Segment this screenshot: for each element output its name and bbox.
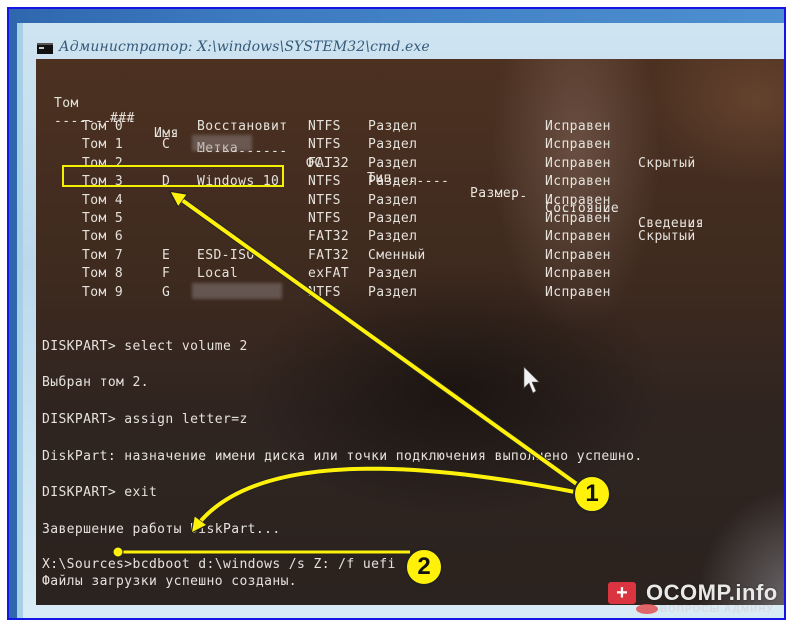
cell-type: Раздел (368, 155, 418, 171)
cell-label: ESD-ISO (197, 247, 255, 263)
cell-fs: FAT32 (308, 229, 350, 245)
cell-volume: Том 9 (82, 284, 124, 300)
callout-badge-1: 1 (573, 475, 611, 513)
separator: ------- (470, 189, 528, 204)
window-title: Администратор: X:\windows\SYSTEM32\cmd.e… (59, 39, 430, 55)
cell-status: Исправен (545, 211, 611, 226)
cell-type: Раздел (368, 174, 418, 190)
cell-volume: Том 6 (82, 229, 124, 245)
cell-volume: Том 5 (82, 211, 124, 226)
watermark-subtitle: ВОПРОСЫ АДМИНУ (660, 604, 774, 615)
highlight-box-volume-3 (62, 165, 284, 187)
cell-status: Исправен (545, 247, 611, 263)
cell-status: Исправен (545, 266, 611, 282)
console-output[interactable]: Том ### Имя Метка ФС Тип Размер Состояни… (36, 59, 784, 605)
cell-volume: Том 1 (82, 137, 124, 153)
cell-label: Восстановит (197, 119, 288, 134)
cell-type: Раздел (368, 137, 418, 153)
cell-type: Раздел (368, 284, 418, 300)
cmd-window: Администратор: X:\windows\SYSTEM32\cmd.e… (17, 23, 784, 618)
console-line: DiskPart: назначение имени диска или точ… (42, 449, 643, 464)
cell-volume: Том 4 (82, 192, 124, 208)
cell-fs: NTFS (308, 119, 341, 134)
watermark-logo: + OCOMP.info ВОПРОСЫ АДМИНУ (606, 578, 786, 618)
console-line: Выбран том 2. (42, 375, 149, 390)
cell-fs: FAT32 (308, 155, 350, 171)
console-line: DISKPART> assign letter=z (42, 412, 248, 427)
cell-status: Исправен (545, 155, 611, 171)
cell-info: Скрытый (638, 229, 696, 245)
redacted-label (192, 282, 282, 299)
cell-label: Local (197, 266, 239, 282)
callout-badge-2: 2 (405, 548, 443, 586)
watermark-title: OCOMP.info (646, 580, 778, 605)
cell-volume: Том 0 (82, 119, 124, 134)
cell-type: Раздел (368, 119, 418, 134)
cell-fs: NTFS (308, 211, 341, 226)
cell-status: Исправен (545, 119, 611, 134)
cell-type: Раздел (368, 266, 418, 282)
console-line: Завершение работы DiskPart... (42, 522, 281, 537)
console-line: DISKPART> exit (42, 485, 158, 500)
cell-fs: exFAT (308, 266, 350, 282)
cell-letter: G (162, 284, 171, 300)
cell-fs: NTFS (308, 192, 341, 208)
cell-status: Исправен (545, 137, 611, 153)
cell-status: Исправен (545, 174, 611, 190)
title-bar[interactable]: Администратор: X:\windows\SYSTEM32\cmd.e… (23, 23, 784, 57)
cell-letter: F (162, 266, 171, 282)
cell-type: Сменный (368, 247, 426, 263)
cell-info: Скрытый (638, 155, 696, 171)
cell-fs: NTFS (308, 284, 341, 300)
cell-fs: FAT32 (308, 247, 350, 263)
cell-status: Исправен (545, 192, 611, 208)
cell-type: Раздел (368, 211, 418, 226)
console-line: Файлы загрузки успешно созданы. (42, 574, 298, 589)
cell-status: Исправен (545, 284, 611, 300)
first-aid-kit-icon: + (608, 582, 636, 604)
cell-letter: E (162, 247, 171, 263)
screenshot-frame: Администратор: X:\windows\SYSTEM32\cmd.e… (7, 7, 786, 620)
cell-volume: Том 7 (82, 247, 124, 263)
redacted-label (192, 135, 252, 152)
cell-type: Раздел (368, 192, 418, 208)
bcdboot-command-line: X:\Sources>bcdboot d:\windows /s Z: /f u… (42, 557, 396, 572)
cell-status: Исправен (545, 229, 611, 245)
console-icon (37, 43, 53, 54)
cell-type: Раздел (368, 229, 418, 245)
cell-fs: NTFS (308, 174, 341, 190)
cell-letter: C (162, 137, 171, 153)
cell-volume: Том 8 (82, 266, 124, 282)
cell-fs: NTFS (308, 137, 341, 153)
console-line: DISKPART> select volume 2 (42, 339, 248, 354)
